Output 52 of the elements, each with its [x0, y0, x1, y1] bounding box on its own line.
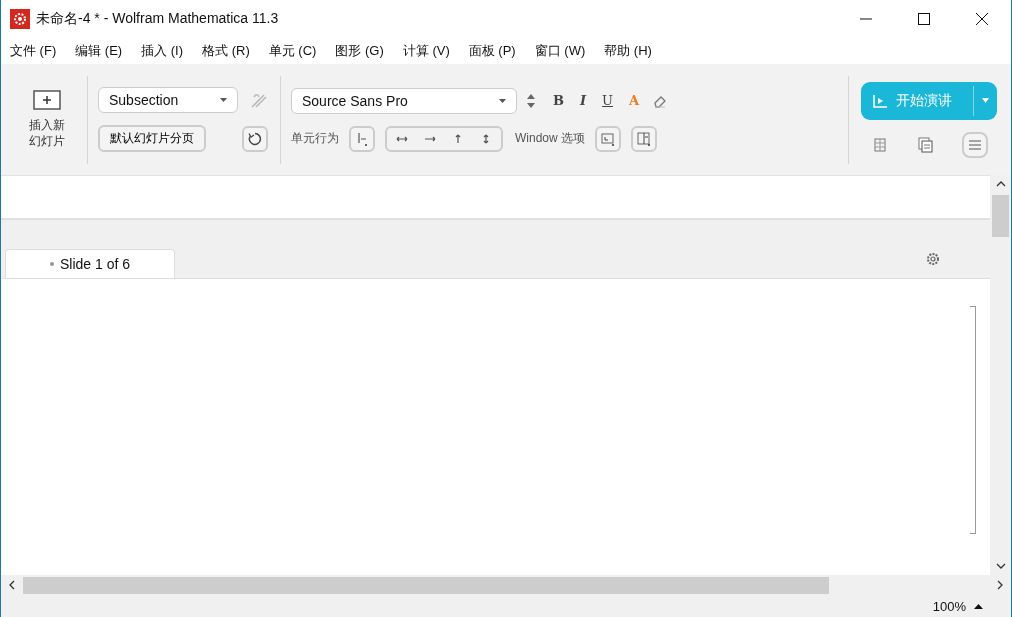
- zoom-level[interactable]: 100%: [932, 598, 966, 614]
- caret-icon: [499, 98, 506, 103]
- chevron-right-icon[interactable]: [997, 580, 1003, 590]
- menu-item[interactable]: 编辑 (E): [75, 42, 123, 60]
- menu-item[interactable]: 窗口 (W): [534, 42, 586, 60]
- chevron-up-icon[interactable]: [995, 181, 1006, 187]
- grid-icon: [874, 137, 886, 152]
- size-stepper-icon[interactable]: [527, 93, 535, 108]
- panel-icon: [637, 131, 651, 146]
- window-options-label: Window 选项: [515, 130, 585, 147]
- menu-item[interactable]: 单元 (C): [268, 42, 317, 60]
- bold-button[interactable]: B: [551, 93, 566, 108]
- style-dropdown[interactable]: Subsection: [98, 87, 238, 113]
- underline-button[interactable]: U: [600, 93, 616, 108]
- chevron-down-icon[interactable]: [995, 563, 1006, 569]
- cell-behavior-label: 单元行为: [291, 130, 339, 147]
- cell-bracket-button[interactable]: [349, 125, 375, 152]
- menu-icon: [969, 139, 981, 150]
- menu-item[interactable]: 帮助 (H): [604, 42, 652, 60]
- resize-icon: [601, 131, 615, 146]
- copy-slide-icon: [918, 136, 934, 153]
- window-size-button[interactable]: [595, 125, 621, 152]
- caret-icon: [220, 98, 227, 102]
- menu-item[interactable]: 计算 (V): [402, 42, 450, 60]
- caret-up-icon[interactable]: [974, 603, 983, 609]
- slide-tab[interactable]: Slide 1 of 6: [5, 249, 175, 278]
- italic-button[interactable]: I: [578, 93, 589, 108]
- refresh-button[interactable]: [242, 125, 268, 152]
- panel-layout-button[interactable]: [631, 125, 657, 152]
- default-break-button[interactable]: 默认幻灯片分页: [98, 125, 206, 152]
- insert-slide-button[interactable]: 插入新幻灯片: [17, 89, 77, 150]
- play-icon: [873, 93, 888, 108]
- window-title: 未命名-4 * - Wolfram Mathematica 11.3: [36, 10, 279, 28]
- font-dropdown[interactable]: Source Sans Pro: [291, 87, 517, 114]
- slide-plus-icon: [33, 89, 61, 110]
- maximize-icon: [918, 13, 930, 25]
- chevron-left-icon[interactable]: [9, 580, 15, 590]
- menu-item[interactable]: 面板 (P): [468, 42, 516, 60]
- menu-item[interactable]: 图形 (G): [335, 42, 384, 60]
- horizontal-scrollbar[interactable]: [1, 575, 1011, 595]
- menu-item[interactable]: 插入 (I): [141, 42, 184, 60]
- menu-item[interactable]: 格式 (R): [202, 42, 250, 60]
- settings-icon[interactable]: [926, 252, 940, 266]
- menu-button[interactable]: [962, 131, 988, 158]
- refresh-icon: [248, 131, 262, 146]
- bracket-icon: [356, 131, 368, 146]
- app-logo-icon: [10, 9, 30, 29]
- menu-item[interactable]: 文件 (F): [10, 42, 57, 60]
- caret-icon: [982, 98, 989, 103]
- close-icon: [976, 13, 988, 25]
- scroll-thumb[interactable]: [992, 195, 1009, 237]
- scroll-thumb[interactable]: [23, 576, 829, 594]
